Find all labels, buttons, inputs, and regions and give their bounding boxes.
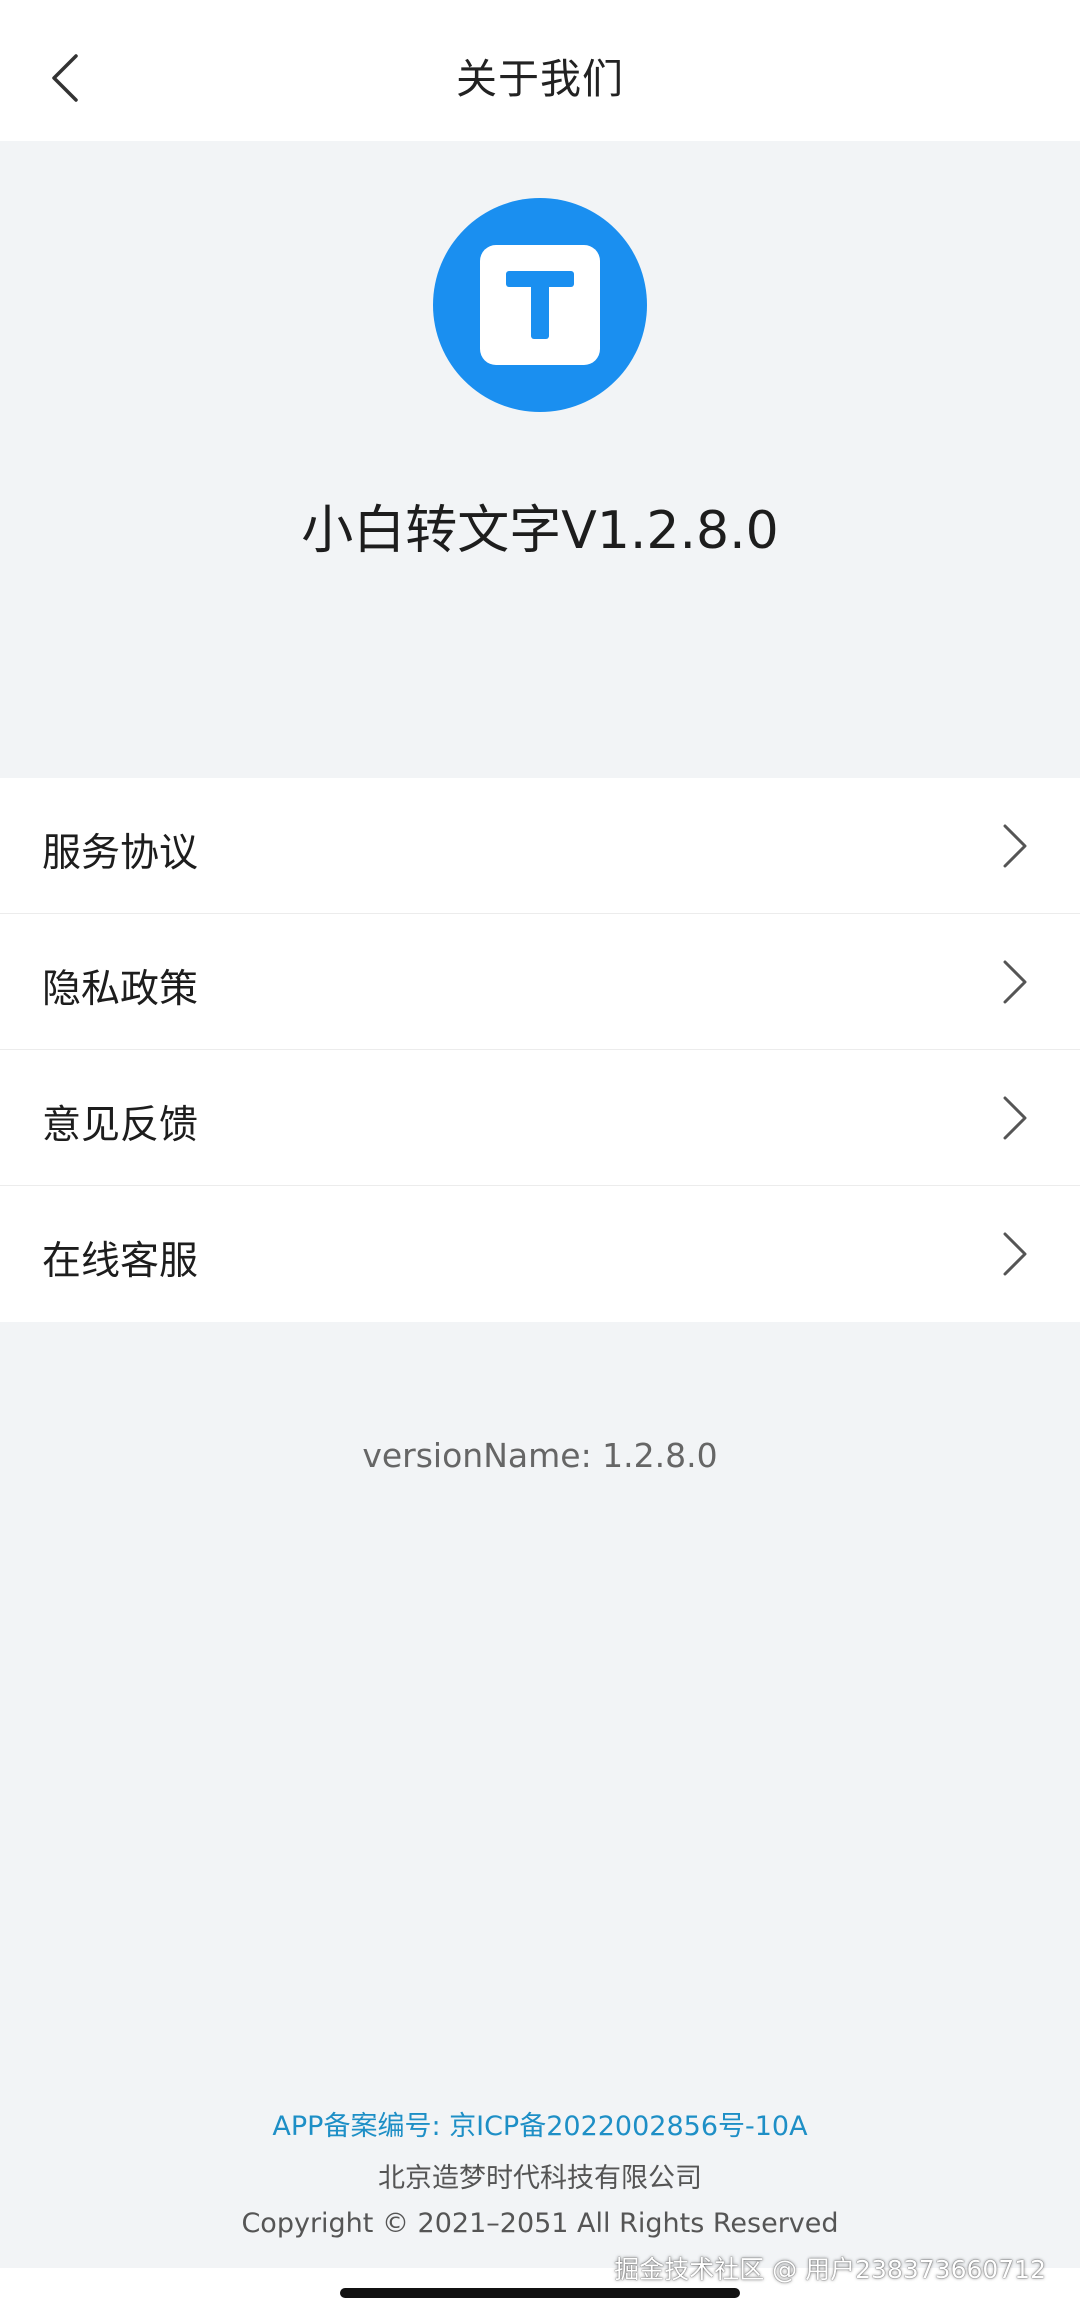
menu-item-label: 意见反馈: [42, 1103, 199, 1148]
t-logo-icon: [433, 198, 647, 412]
app-name: 小白转文字V1.2.8.0: [301, 501, 779, 561]
chevron-right-icon: [1003, 824, 1027, 868]
menu-item-label: 隐私政策: [42, 967, 199, 1012]
version-name: versionName: 1.2.8.0: [362, 1436, 718, 1475]
menu-item-privacy-policy[interactable]: 隐私政策: [0, 914, 1080, 1050]
copyright-text: Copyright © 2021–2051 All Rights Reserve…: [241, 2208, 839, 2239]
page-title: 关于我们: [456, 55, 624, 103]
menu-item-label: 在线客服: [42, 1239, 199, 1284]
chevron-right-icon: [1003, 1096, 1027, 1140]
home-indicator[interactable]: [340, 2288, 740, 2298]
menu-item-service-agreement[interactable]: 服务协议: [0, 778, 1080, 914]
chevron-right-icon: [1003, 1232, 1027, 1276]
company-name: 北京造梦时代科技有限公司: [378, 2163, 702, 2194]
menu-item-label: 服务协议: [42, 831, 199, 876]
menu-item-online-support[interactable]: 在线客服: [0, 1186, 1080, 1322]
settings-menu: 服务协议 隐私政策 意见反馈 在线客服: [0, 778, 1080, 1322]
watermark: 掘金技术社区 @ 用户238373660712: [614, 2255, 1046, 2284]
menu-item-feedback[interactable]: 意见反馈: [0, 1050, 1080, 1186]
icp-filing-link[interactable]: APP备案编号: 京ICP备2022002856号-10A: [0, 2104, 1080, 2143]
chevron-right-icon: [1003, 960, 1027, 1004]
top-bar: 关于我们: [0, 0, 1080, 141]
